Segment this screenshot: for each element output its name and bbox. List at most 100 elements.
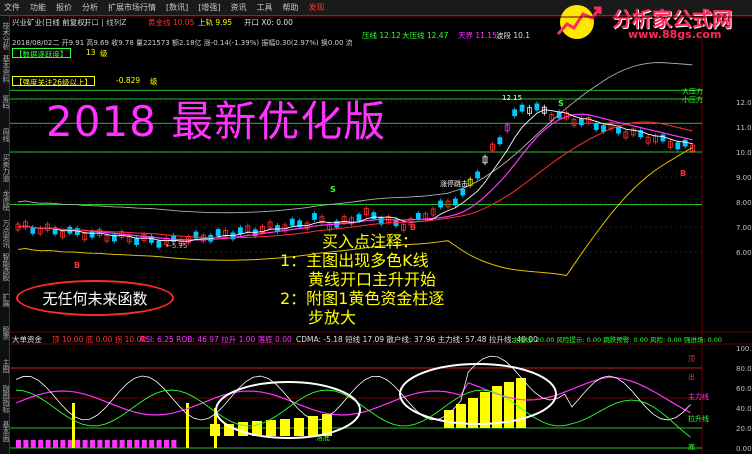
- candle-body: [475, 171, 481, 179]
- b-signal-tag: B: [410, 223, 416, 232]
- capital-bar-low: [141, 440, 147, 448]
- menu-item[interactable]: 发现: [309, 2, 325, 13]
- low-price-label: ←5.75: [166, 242, 187, 250]
- sidebar-tab[interactable]: 主图: [0, 350, 10, 381]
- b-signal-tag: B: [74, 261, 80, 270]
- buy-note-line-3: 2：附图1黄色资金柱逐: [280, 289, 445, 308]
- candle-body: [675, 142, 681, 150]
- sub-axis-label: 20.00: [736, 425, 752, 433]
- capital-bar-low: [38, 440, 44, 448]
- capital-bar-low: [104, 440, 110, 448]
- capital-bar: [480, 392, 490, 428]
- sub-axis-label: 0.00: [736, 445, 752, 453]
- price-axis-label: 7.00: [736, 224, 752, 232]
- buy-note-line-2: 黄线开口主升开始: [308, 270, 437, 289]
- candle-body: [30, 226, 36, 234]
- candle-body: [601, 125, 607, 133]
- version-banner: 2018 最新优化版: [46, 97, 387, 146]
- menu-item[interactable]: 帮助: [283, 2, 299, 13]
- price-axis-label: 12.00: [736, 99, 752, 107]
- capital-bar-low: [60, 440, 66, 448]
- sub-axis-label: 100.00: [736, 345, 752, 353]
- no-future-badge: 无任何未来函数: [16, 280, 174, 316]
- sub-indicator-right: 主涨线: 20.00 风险提示: 0.00 跳跌预警: 0.00 风险: 0.0…: [512, 336, 723, 344]
- sidebar-tab[interactable]: 副图指标: [0, 383, 10, 414]
- candle-body: [89, 230, 95, 238]
- menu-item[interactable]: 分析: [82, 2, 98, 13]
- candle-body: [534, 103, 540, 111]
- capital-bar-low: [45, 440, 51, 448]
- sub-axis-label: 60.00: [736, 385, 752, 393]
- sub-indicator-cdma: CDMA: -5.18 短线 17.09 散户线: 37.96 主力线: 57.…: [296, 335, 538, 344]
- sidebar-tab[interactable]: 龙虎榜: [0, 185, 10, 216]
- buy-note-title: 买入点注释：: [322, 232, 419, 251]
- price-axis-label: 11.00: [736, 124, 752, 132]
- menu-item[interactable]: [增强]: [198, 2, 220, 13]
- price-axis-label: 6.00: [736, 249, 752, 257]
- buy-note-line-4: 步放大: [308, 308, 357, 327]
- candle-body: [497, 137, 503, 145]
- menu-item[interactable]: 扩展市场行情: [108, 2, 156, 13]
- sidebar-tab[interactable]: 技术分析: [0, 20, 10, 51]
- b-signal-tag: B: [680, 169, 686, 178]
- capital-bar-low: [30, 440, 36, 448]
- sub-indicator-name: 大单资金: [12, 335, 42, 344]
- main-force-line: [15, 376, 691, 416]
- menu-item[interactable]: 功能: [30, 2, 46, 13]
- buy-note-line-1: 1：主图出现多色K线: [280, 251, 429, 270]
- candle-body: [289, 218, 295, 226]
- high-price-label: 12.15: [502, 94, 522, 102]
- capital-bar-low: [75, 440, 81, 448]
- price-axis-label: 8.00: [736, 199, 752, 207]
- capital-bar: [280, 419, 290, 436]
- sidebar-tab[interactable]: 扩展: [0, 284, 10, 315]
- s-signal-tag: S: [558, 99, 564, 108]
- sub-tag: 拉升线: [688, 414, 709, 423]
- capital-bar-low: [82, 440, 88, 448]
- candle-body: [593, 123, 599, 130]
- capital-bar-low: [53, 440, 58, 448]
- candle-body: [67, 226, 73, 234]
- capital-bar: [266, 420, 276, 436]
- capital-bar-low: [23, 440, 29, 448]
- capital-bar-low: [156, 440, 162, 448]
- candle-body: [660, 134, 666, 142]
- sidebar-tab[interactable]: 股票: [0, 317, 10, 348]
- candle-body: [438, 200, 443, 208]
- candle-body: [578, 118, 584, 126]
- candle-body: [460, 188, 466, 196]
- sub-axis-label: 40.00: [736, 405, 752, 413]
- menu-item[interactable]: 资讯: [231, 2, 247, 13]
- sidebar-tab[interactable]: 周线: [0, 119, 10, 150]
- capital-bar-low: [119, 440, 125, 448]
- capital-bar-low: [171, 440, 177, 448]
- candle-body: [312, 213, 317, 220]
- capital-bar-low: [134, 440, 140, 448]
- sidebar-tab[interactable]: 基本资料: [0, 53, 10, 84]
- menu-item[interactable]: 报价: [56, 2, 72, 13]
- candle-body: [512, 109, 518, 117]
- price-axis-label: 9.00: [736, 174, 752, 182]
- sidebar-tab[interactable]: 智能选股: [0, 251, 10, 282]
- capital-bar-low: [112, 440, 118, 448]
- capital-bar: [294, 418, 304, 436]
- candle-body: [215, 229, 221, 236]
- menu-item[interactable]: 工具: [257, 2, 273, 13]
- sidebar-tab[interactable]: 买卖力道: [0, 152, 10, 183]
- capital-bar-tall: [186, 403, 189, 448]
- buy-point-note: 买入点注释： 1：主图出现多色K线 黄线开口主升开始 2：附图1黄色资金柱逐 步…: [280, 232, 444, 327]
- sub-axis-label: 80.00: [736, 365, 752, 373]
- sidebar-tab[interactable]: 基本面: [0, 416, 10, 447]
- capital-bar-low: [127, 440, 132, 448]
- left-sidebar: 技术分析基本资料筹码 周线买卖力道龙虎榜万点资讯智能选股扩展 股票 主图副图指标基本面: [0, 16, 10, 454]
- sub-tag: 主力线: [688, 392, 709, 401]
- sidebar-tab[interactable]: 筹码: [0, 86, 10, 117]
- candle-body: [237, 227, 243, 235]
- sub-tag: 底: [688, 442, 695, 451]
- menu-item[interactable]: 文件: [4, 2, 20, 13]
- sub-tag: 出: [688, 372, 695, 381]
- candle-body: [156, 240, 162, 248]
- sidebar-tab[interactable]: 万点资讯: [0, 218, 10, 249]
- menu-item[interactable]: [数讯]: [166, 2, 188, 13]
- big-pressure-tag: 大压力: [682, 86, 703, 95]
